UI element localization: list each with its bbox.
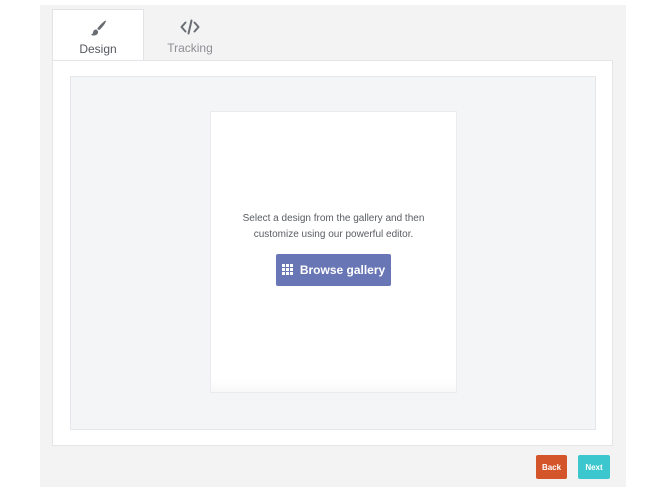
gallery-instructions: Select a design from the gallery and the… (242, 212, 425, 240)
paintbrush-icon (89, 19, 107, 37)
empty-design-card: Select a design from the gallery and the… (210, 111, 457, 393)
next-button[interactable]: Next (578, 455, 610, 479)
tab-design[interactable]: Design (52, 9, 144, 61)
grid-icon (281, 264, 293, 275)
tab-design-label: Design (79, 42, 117, 56)
editor-frame: Design Tracking Select a design from the… (40, 5, 626, 487)
browse-gallery-button[interactable]: Browse gallery (276, 253, 391, 286)
design-canvas: Select a design from the gallery and the… (70, 76, 596, 430)
back-button[interactable]: Back (536, 455, 567, 479)
tab-bar: Design Tracking (52, 9, 236, 61)
code-icon (180, 18, 200, 36)
design-panel: Select a design from the gallery and the… (52, 60, 613, 446)
tab-tracking[interactable]: Tracking (144, 9, 236, 61)
browse-gallery-label: Browse gallery (299, 262, 386, 277)
tab-tracking-label: Tracking (167, 41, 213, 55)
